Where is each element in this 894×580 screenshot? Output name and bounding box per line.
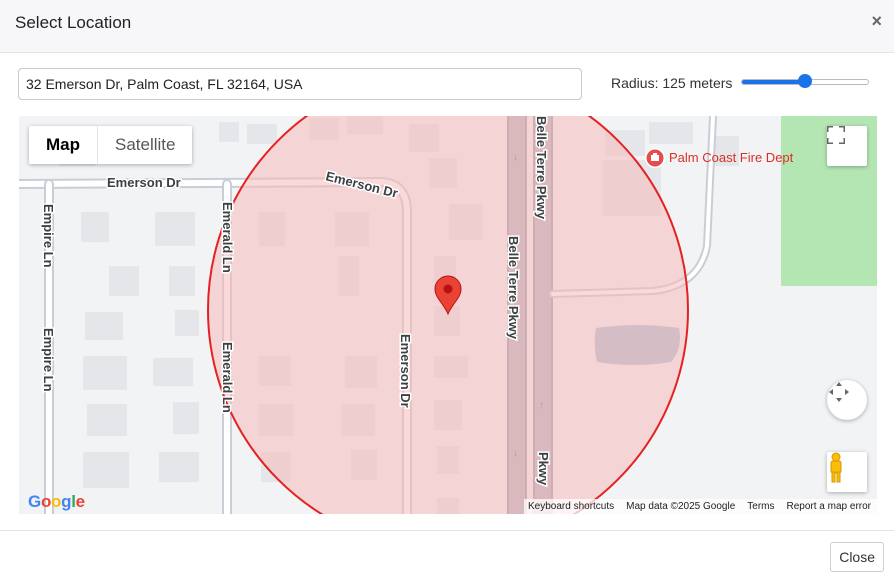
map[interactable]: ↓ ↑ ↑ ↓ Emerson Dr Emerson Dr Emerson Dr… <box>19 116 877 514</box>
road-label-empire-bottom: Empire Ln <box>41 328 56 392</box>
road-label-emerald-bottom: Emerald Ln <box>220 342 235 413</box>
road-label-emerson-vertical: Emerson Dr <box>398 334 413 408</box>
poi-label[interactable]: Palm Coast Fire Dept <box>669 150 793 165</box>
map-data-text: Map data ©2025 Google <box>626 501 736 512</box>
radius-slider[interactable] <box>741 74 869 88</box>
slider-fill <box>742 80 805 84</box>
keyboard-shortcuts-link[interactable]: Keyboard shortcuts <box>528 501 614 512</box>
slider-thumb[interactable] <box>798 74 812 88</box>
fire-station-icon <box>645 148 665 168</box>
camera-control-button[interactable] <box>827 380 867 420</box>
modal-footer: Close <box>0 530 894 580</box>
road-label-belle-terre-top: Belle Terre Pkwy <box>534 116 549 220</box>
map-canvas: ↓ ↑ ↑ ↓ Emerson Dr Emerson Dr Emerson Dr… <box>19 116 877 514</box>
map-type-satellite-button[interactable]: Satellite <box>98 126 192 164</box>
road-label-empire-top: Empire Ln <box>41 204 56 268</box>
close-button[interactable]: Close <box>830 542 884 572</box>
camera-control-icon <box>829 382 849 402</box>
map-type-toggle: Map Satellite <box>29 126 193 164</box>
close-icon[interactable]: × <box>871 10 882 32</box>
map-attribution: Keyboard shortcuts Map data ©2025 Google… <box>523 499 877 514</box>
road-label-emerald-top: Emerald Ln <box>220 202 235 273</box>
modal-title: Select Location <box>15 13 132 32</box>
road-label-emerson-west: Emerson Dr <box>107 175 181 190</box>
terms-link[interactable]: Terms <box>747 501 774 512</box>
fullscreen-button[interactable] <box>827 126 867 166</box>
radius-label: Radius: 125 meters <box>611 75 733 91</box>
road-label-belle-terre-mid: Belle Terre Pkwy <box>506 236 521 340</box>
road-label-belle-terre-bottom: Pkwy <box>536 452 551 486</box>
map-type-map-button[interactable]: Map <box>29 126 98 164</box>
report-error-link[interactable]: Report a map error <box>787 501 871 512</box>
address-input[interactable] <box>18 68 582 100</box>
google-logo: Google <box>28 492 85 511</box>
modal-header: Select Location × <box>0 0 894 53</box>
fullscreen-icon <box>827 126 845 144</box>
pegman-icon <box>830 452 842 483</box>
pegman-button[interactable] <box>827 452 867 492</box>
